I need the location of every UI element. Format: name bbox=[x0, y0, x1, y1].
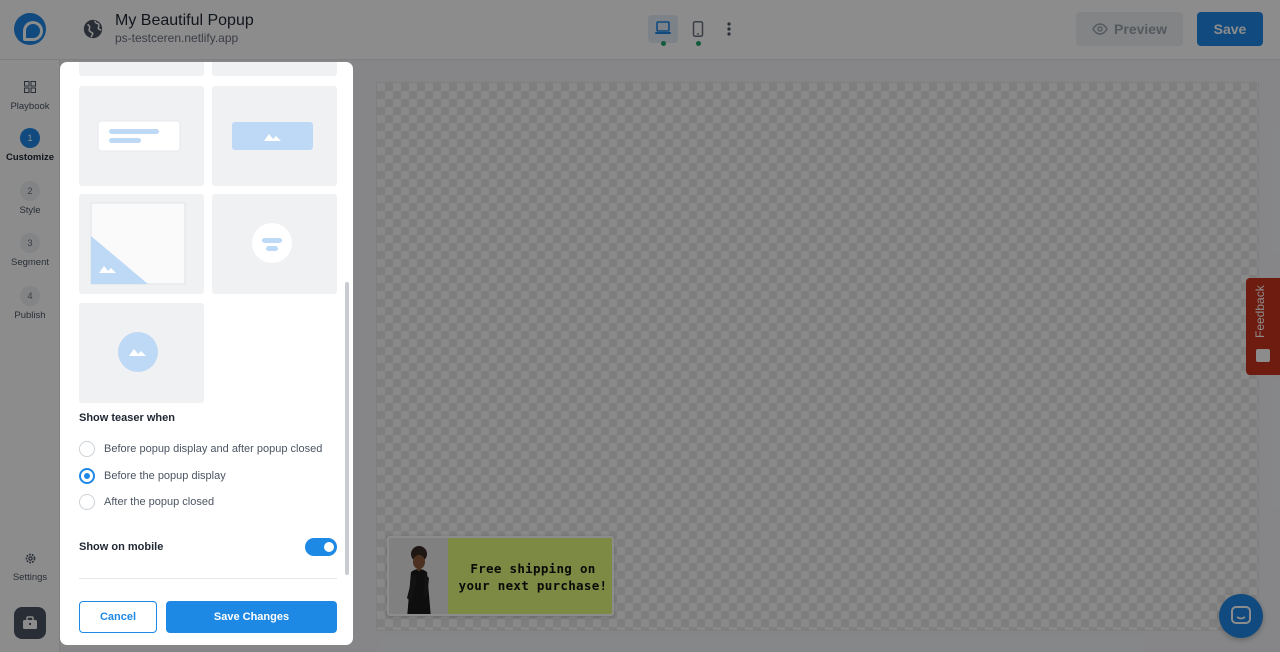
layout-option-circle-image[interactable] bbox=[79, 303, 204, 403]
radio-label: After the popup closed bbox=[104, 496, 215, 508]
radio-label: Before popup display and after popup clo… bbox=[104, 443, 323, 455]
layout-option-circle-text[interactable] bbox=[212, 194, 337, 294]
layout-option-tile[interactable] bbox=[212, 62, 337, 76]
divider bbox=[79, 578, 337, 579]
radio-button[interactable] bbox=[79, 494, 95, 510]
show-on-mobile-label: Show on mobile bbox=[79, 541, 164, 553]
show-teaser-heading: Show teaser when bbox=[79, 412, 175, 424]
radio-after-closed[interactable]: After the popup closed bbox=[79, 493, 214, 511]
radio-label: Before the popup display bbox=[104, 470, 226, 482]
save-changes-button[interactable]: Save Changes bbox=[166, 601, 337, 633]
layout-option-image-card[interactable] bbox=[212, 86, 337, 186]
radio-before-and-after[interactable]: Before popup display and after popup clo… bbox=[79, 440, 322, 458]
radio-button-checked[interactable] bbox=[79, 468, 95, 484]
layout-option-corner-image[interactable] bbox=[79, 194, 204, 294]
radio-button[interactable] bbox=[79, 441, 95, 457]
radio-before-display[interactable]: Before the popup display bbox=[79, 467, 226, 485]
modal-scrollbar[interactable] bbox=[345, 282, 349, 575]
layout-option-text-card[interactable] bbox=[79, 86, 204, 186]
layout-option-tile[interactable] bbox=[79, 62, 204, 76]
teaser-settings-modal: Show teaser when Before popup display an… bbox=[60, 62, 353, 645]
show-on-mobile-toggle[interactable] bbox=[305, 538, 337, 556]
cancel-button[interactable]: Cancel bbox=[79, 601, 157, 633]
